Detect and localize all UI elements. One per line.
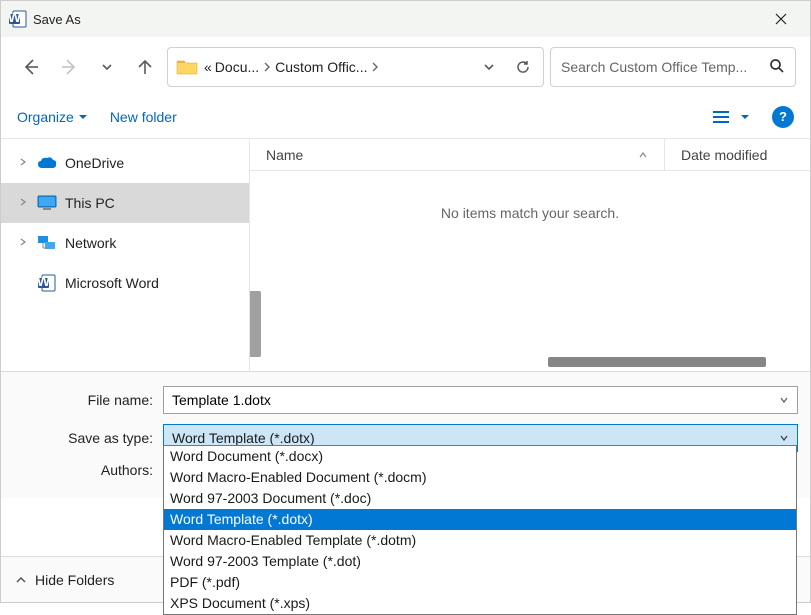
onedrive-icon xyxy=(37,153,57,173)
column-label: Date modified xyxy=(681,147,767,163)
window-title: Save As xyxy=(33,12,81,27)
hide-folders-label: Hide Folders xyxy=(35,572,114,588)
column-headers: Name Date modified xyxy=(250,139,810,171)
dropdown-option[interactable]: Word 97-2003 Template (*.dot) xyxy=(164,551,796,572)
dropdown-option-selected[interactable]: Word Template (*.dotx) xyxy=(164,509,796,530)
hide-folders-button[interactable]: Hide Folders xyxy=(15,572,114,588)
chevron-right-icon xyxy=(370,59,380,75)
toolbar: Organize New folder ? xyxy=(1,103,810,139)
tree-label: Network xyxy=(65,235,116,251)
expand-icon[interactable] xyxy=(19,197,29,209)
expand-icon[interactable] xyxy=(19,237,29,249)
recent-dropdown[interactable] xyxy=(91,51,123,83)
chevron-right-icon xyxy=(262,59,272,75)
savetype-dropdown-list[interactable]: Word Document (*.docx) Word Macro-Enable… xyxy=(163,445,797,615)
help-button[interactable]: ? xyxy=(772,106,794,128)
column-header-date[interactable]: Date modified xyxy=(664,139,810,170)
dropdown-option[interactable]: Word Macro-Enabled Template (*.dotm) xyxy=(164,530,796,551)
svg-text:W: W xyxy=(38,274,51,289)
main-area: OneDrive This PC Network xyxy=(1,139,810,371)
horizontal-scrollbar[interactable] xyxy=(548,357,766,367)
filename-label: File name: xyxy=(13,392,163,408)
word-app-icon: W xyxy=(9,10,27,28)
list-view-icon xyxy=(712,110,730,124)
address-dropdown[interactable] xyxy=(475,53,503,81)
title-bar: W Save As xyxy=(1,1,810,37)
expand-icon[interactable] xyxy=(19,157,29,169)
dropdown-option[interactable]: Word 97-2003 Document (*.doc) xyxy=(164,488,796,509)
breadcrumb-segment[interactable]: Docu... xyxy=(215,59,259,75)
caret-down-icon xyxy=(740,112,750,122)
chevron-up-icon xyxy=(15,574,27,586)
empty-list-message: No items match your search. xyxy=(250,205,810,221)
view-options[interactable] xyxy=(712,110,750,124)
filename-input[interactable]: Template 1.dotx xyxy=(163,386,798,414)
column-header-name[interactable]: Name xyxy=(250,147,664,163)
column-label: Name xyxy=(266,147,303,163)
breadcrumb[interactable]: « Docu... Custom Offic... xyxy=(204,59,469,75)
chevron-down-icon[interactable] xyxy=(779,433,789,443)
breadcrumb-segment[interactable]: Custom Offic... xyxy=(275,59,367,75)
savetype-label: Save as type: xyxy=(13,430,163,446)
network-icon xyxy=(37,233,57,253)
forward-button[interactable] xyxy=(53,51,85,83)
back-button[interactable] xyxy=(15,51,47,83)
file-list-area: Name Date modified No items match your s… xyxy=(249,139,810,371)
refresh-button[interactable] xyxy=(509,53,537,81)
authors-label: Authors: xyxy=(13,462,163,478)
pc-icon xyxy=(37,193,57,213)
tree-item-onedrive[interactable]: OneDrive xyxy=(1,143,249,183)
dropdown-option[interactable]: XPS Document (*.xps) xyxy=(164,593,796,614)
word-icon: W xyxy=(37,273,57,293)
tree-label: Microsoft Word xyxy=(65,275,159,291)
tree-label: This PC xyxy=(65,195,115,211)
tree-item-network[interactable]: Network xyxy=(1,223,249,263)
organize-menu[interactable]: Organize xyxy=(17,109,88,125)
up-button[interactable] xyxy=(129,51,161,83)
search-icon[interactable] xyxy=(769,58,785,77)
dropdown-option[interactable]: Word Document (*.docx) xyxy=(164,446,796,467)
dropdown-option[interactable]: PDF (*.pdf) xyxy=(164,572,796,593)
tree-item-this-pc[interactable]: This PC xyxy=(1,183,249,223)
filename-value: Template 1.dotx xyxy=(172,392,271,408)
breadcrumb-truncator[interactable]: « xyxy=(204,59,212,75)
sort-indicator-icon xyxy=(638,150,648,160)
savetype-value: Word Template (*.dotx) xyxy=(172,430,315,446)
navigation-row: « Docu... Custom Offic... xyxy=(1,37,810,103)
tree-label: OneDrive xyxy=(65,155,124,171)
svg-text:W: W xyxy=(9,10,22,25)
chevron-down-icon[interactable] xyxy=(779,395,789,405)
address-bar[interactable]: « Docu... Custom Offic... xyxy=(167,47,544,87)
tree-item-word[interactable]: W Microsoft Word xyxy=(1,263,249,303)
search-box[interactable] xyxy=(550,47,796,87)
organize-label: Organize xyxy=(17,109,74,125)
navigation-tree[interactable]: OneDrive This PC Network xyxy=(1,139,249,371)
folder-icon xyxy=(176,58,198,76)
search-input[interactable] xyxy=(561,59,761,75)
dropdown-option[interactable]: Word Macro-Enabled Document (*.docm) xyxy=(164,467,796,488)
caret-down-icon xyxy=(78,112,88,122)
new-folder-button[interactable]: New folder xyxy=(110,109,177,125)
close-button[interactable] xyxy=(758,1,804,37)
